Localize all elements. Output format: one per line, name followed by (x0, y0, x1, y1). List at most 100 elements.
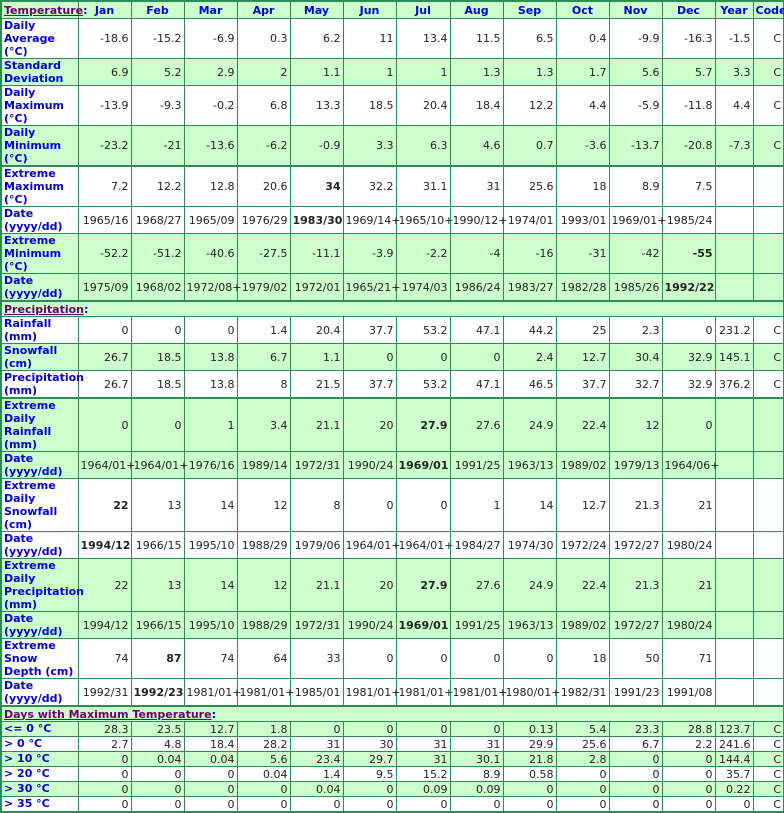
value-cell: 1990/12+ (449, 206, 507, 234)
row-label: > 10 °C (0, 751, 79, 767)
value-cell: 47.1 (449, 316, 504, 344)
value-cell: 12 (236, 478, 291, 532)
table-row: Extreme Daily Snowfall (cm) 22 13 14 12 8 0 0 1 1… (0, 478, 784, 532)
value-cell: 0 (77, 397, 132, 452)
value-cell: 0 (342, 478, 397, 532)
value-cell: 13.8 (183, 343, 238, 371)
value-cell: 18 (555, 165, 610, 207)
table-row: Snowfall (cm) 26.7 18.5 13.8 6.7 1.1 0 0 0 2.4 12.… (0, 343, 784, 371)
value-cell: 1986/24 (449, 273, 504, 302)
value-cell: 1989/14 (236, 451, 291, 479)
value-cell: 64 (236, 638, 291, 679)
value-cell: 1 (395, 58, 451, 86)
temperature-section-link[interactable]: Temperature (4, 4, 83, 17)
value-cell: 0 (130, 781, 185, 797)
year-cell (714, 397, 754, 452)
value-cell: 32.9 (661, 370, 716, 399)
value-cell: 31 (395, 736, 451, 752)
days-max-temp-section-link[interactable]: Days with Maximum Temperature (4, 708, 212, 721)
precipitation-section-link[interactable]: Precipitation (4, 303, 84, 316)
value-cell: 6.9 (77, 58, 132, 86)
col-header-may: May (289, 0, 344, 19)
value-cell: 0 (130, 766, 185, 782)
value-cell: 1979/02 (236, 273, 291, 302)
value-cell: -55 (661, 233, 716, 274)
code-cell (752, 611, 784, 639)
value-cell: 12 (608, 397, 663, 452)
value-cell: -3.6 (555, 125, 610, 167)
year-cell (714, 451, 754, 479)
value-cell: 1995/10 (183, 531, 238, 559)
value-cell: 21.1 (289, 558, 344, 612)
value-cell: 1964/01+ (395, 531, 453, 559)
table-row: > 0 °C 2.7 4.8 18.4 28.2 31 30 31 31 29.9 25.6 6.7 2… (0, 736, 784, 752)
value-cell: 1988/29 (236, 531, 291, 559)
value-cell: 31.1 (395, 165, 451, 207)
value-cell: 1969/01 (395, 611, 451, 639)
value-cell: 14 (183, 558, 238, 612)
value-cell: 0 (395, 721, 451, 737)
value-cell: 87 (130, 638, 185, 679)
value-cell: 4.6 (449, 125, 504, 167)
value-cell: -2.2 (395, 233, 451, 274)
value-cell: 1.1 (289, 343, 344, 371)
code-cell: C (752, 125, 784, 167)
value-cell: 25.6 (502, 165, 557, 207)
value-cell: 1981/01+ (395, 678, 453, 707)
year-cell: 231.2 (714, 316, 754, 344)
value-cell: 0.13 (502, 721, 557, 737)
row-label: Date (yyyy/dd) (0, 451, 79, 479)
value-cell: 32.2 (342, 165, 397, 207)
value-cell: 0 (130, 316, 185, 344)
year-cell: 0.22 (714, 781, 754, 797)
year-cell (714, 638, 754, 679)
table-row: Date (yyyy/dd) 1994/12 1966/15 1995/10 1988/… (0, 611, 784, 639)
value-cell: -52.2 (77, 233, 132, 274)
value-cell: 1.3 (502, 58, 557, 86)
value-cell: 18.5 (342, 85, 397, 126)
value-cell: 1980/24 (661, 611, 716, 639)
value-cell: 21.8 (502, 751, 557, 767)
value-cell: 20.6 (236, 165, 291, 207)
value-cell: 0 (289, 721, 344, 737)
value-cell: 12.2 (502, 85, 557, 126)
value-cell: -9.3 (130, 85, 185, 126)
value-cell: 23.4 (289, 751, 344, 767)
table-row: Date (yyyy/dd) 1965/16 1968/27 1965/09 1976/… (0, 206, 784, 234)
row-label: Precipitation (mm) (0, 370, 84, 399)
value-cell: 0.7 (502, 125, 557, 167)
value-cell: 1964/06+ (661, 451, 719, 479)
value-cell: 1982/31 (555, 678, 610, 707)
code-cell (752, 233, 784, 274)
value-cell: 0 (395, 638, 451, 679)
value-cell: 1980/01+ (502, 678, 560, 707)
value-cell: 0 (661, 796, 716, 813)
code-cell (752, 397, 784, 452)
value-cell: 1984/27 (449, 531, 504, 559)
row-label: Date (yyyy/dd) (0, 611, 79, 639)
value-cell: 12.7 (555, 343, 610, 371)
code-cell: C (752, 58, 784, 86)
year-cell (714, 206, 754, 234)
value-cell: 31 (449, 736, 504, 752)
value-cell: 2.9 (183, 58, 238, 86)
value-cell: 30.1 (449, 751, 504, 767)
value-cell: 1976/29 (236, 206, 291, 234)
value-cell: 0 (449, 796, 504, 813)
value-cell: 1974/01 (502, 206, 557, 234)
code-cell: C (752, 343, 784, 371)
value-cell: 32.7 (608, 370, 663, 399)
header-row: Temperature: Jan Feb Mar Apr May Jun Jul… (0, 0, 784, 19)
value-cell: 1980/24 (661, 531, 716, 559)
col-header-apr: Apr (236, 0, 291, 19)
value-cell: 44.2 (502, 316, 557, 344)
value-cell: 1965/10+ (395, 206, 453, 234)
value-cell: 1972/31 (289, 451, 344, 479)
value-cell: 30.4 (608, 343, 663, 371)
value-cell: 0 (449, 343, 504, 371)
value-cell: -0.9 (289, 125, 344, 167)
value-cell: -16 (502, 233, 557, 274)
value-cell: 3.4 (236, 397, 291, 452)
value-cell: 1966/15 (130, 531, 185, 559)
value-cell: 0 (77, 751, 132, 767)
